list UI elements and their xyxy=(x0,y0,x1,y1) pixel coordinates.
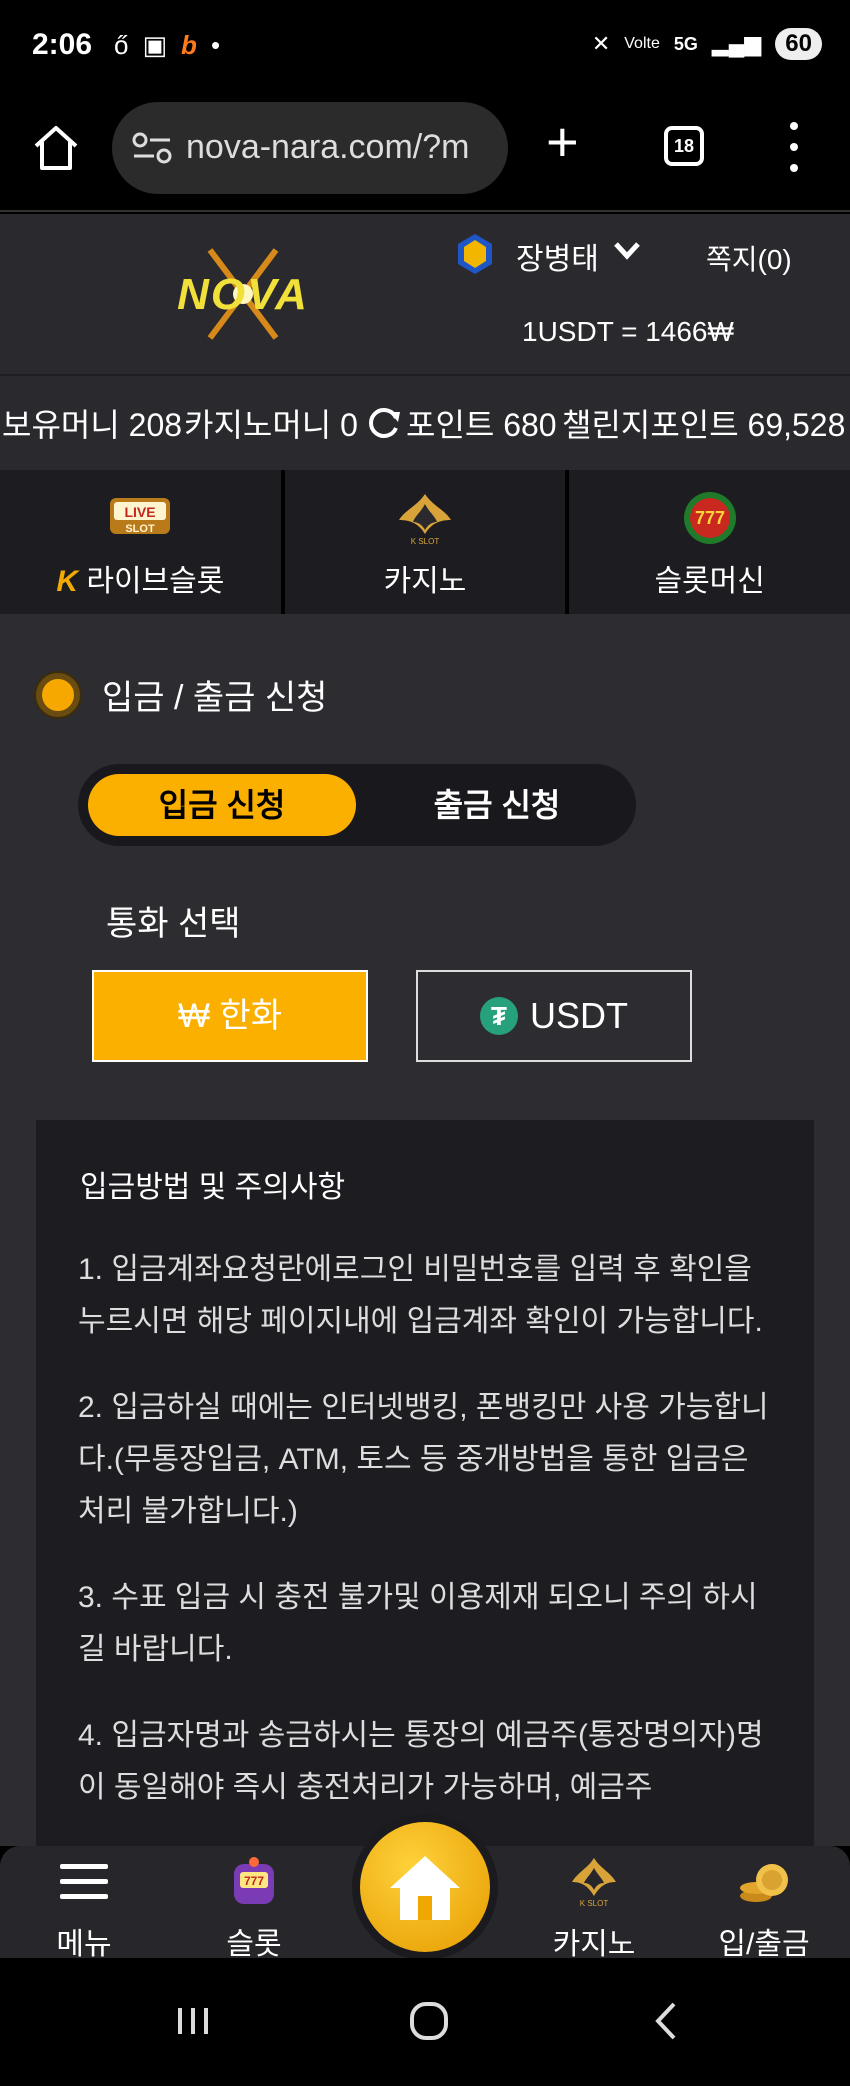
deposit-withdraw-tabs: 입금 신청 출금 신청 xyxy=(78,764,636,846)
status-bar: 2:06 ő ▣ b • ✕ Volte 5G ▂▄▆ 60 xyxy=(0,0,850,92)
main-content: 입금 / 출금 신청 입금 신청 출금 신청 통화 선택 ₩ 한화 ₮ USDT… xyxy=(0,614,850,1846)
network-5g-icon: 5G xyxy=(673,33,698,54)
screenshot-icon: ▣ xyxy=(142,30,168,60)
browser-toolbar: nova-nara.com/?m + 18 xyxy=(0,92,850,212)
live-slot-icon: LIVE SLOT xyxy=(110,498,171,535)
svg-text:777: 777 xyxy=(244,1874,264,1888)
username-dropdown[interactable]: 장병태 xyxy=(516,234,599,278)
slot-machine-icon: 777 xyxy=(234,1857,274,1904)
money-balance: 보유머니 208 xyxy=(2,407,183,443)
level-badge-icon xyxy=(458,234,492,274)
refresh-icon[interactable] xyxy=(366,404,402,440)
bottom-nav-menu-label: 메뉴 xyxy=(56,1928,112,1961)
browser-home-icon[interactable] xyxy=(30,122,82,174)
bottom-nav-casino[interactable]: K SLOT 카지노 xyxy=(534,1856,654,1963)
svg-text:LIVE: LIVE xyxy=(125,504,156,520)
browser-menu-icon[interactable] xyxy=(784,122,804,172)
notice-item: 4. 입금자명과 송금하시는 통장의 예금주(통장명의자)명이 동일해야 즉시 … xyxy=(78,1719,764,1804)
battery-icon: 60 xyxy=(775,28,822,60)
currency-select-label: 통화 선택 xyxy=(106,905,241,943)
section-header: 입금 / 출금 신청 xyxy=(36,670,327,719)
svg-text:777: 777 xyxy=(695,508,725,528)
url-bar[interactable]: nova-nara.com/?m xyxy=(112,102,508,194)
bullet-dot-icon xyxy=(36,672,80,717)
tab-deposit[interactable]: 입금 신청 xyxy=(88,774,356,836)
home-fab-button[interactable] xyxy=(352,1814,498,1960)
k-logo-icon: K xyxy=(56,565,78,598)
system-icons: ✕ Volte 5G ▂▄▆ 60 xyxy=(592,28,822,60)
signal-icon: ▂▄▆ xyxy=(711,31,762,56)
bottom-nav-bank[interactable]: 입/출금 xyxy=(704,1856,824,1963)
k-slot-casino-icon: K SLOT xyxy=(572,1858,616,1908)
notice-title: 입금방법 및 주의사항 xyxy=(80,1171,346,1204)
bottom-nav-slot-label: 슬롯 xyxy=(226,1928,282,1961)
nav-casino-label: 카지노 xyxy=(383,565,467,598)
k-slot-icon: K SLOT xyxy=(399,494,451,546)
system-nav-bar xyxy=(0,1958,850,2086)
svg-text:SLOT: SLOT xyxy=(126,523,156,535)
notice-panel: 입금방법 및 주의사항 1. 입금계좌요청란에로그인 비밀번호를 입력 후 확인… xyxy=(36,1120,814,1846)
nav-slot-machine-label: 슬롯머신 xyxy=(654,565,765,598)
points-balance: 포인트 680 xyxy=(406,407,557,443)
back-icon[interactable] xyxy=(642,1996,692,2046)
svg-text:K SLOT: K SLOT xyxy=(580,1899,609,1908)
balance-bar: 보유머니 208 카지노머니 0 포인트 680 챌린지포인트 69,528 xyxy=(0,374,850,470)
tab-switcher-button[interactable]: 18 xyxy=(664,126,704,166)
nav-casino[interactable]: K SLOT 카지노 xyxy=(284,470,570,614)
exchange-rate: 1USDT = 1466₩ xyxy=(522,316,734,347)
bottom-nav-menu[interactable]: 메뉴 xyxy=(24,1856,144,1963)
bottom-nav-bank-label: 입/출금 xyxy=(718,1928,810,1961)
777-slots-icon: 777 xyxy=(683,492,736,544)
challenge-points-balance: 챌린지포인트 69,528 xyxy=(562,407,846,443)
home-icon xyxy=(390,1856,460,1920)
currency-usdt-label: USDT xyxy=(530,995,628,1036)
more-notifications-icon: • xyxy=(210,30,221,60)
accessibility-icon: ő xyxy=(114,30,129,60)
tether-icon: ₮ xyxy=(480,997,518,1035)
nav-slot-machine[interactable]: 777 슬롯머신 xyxy=(569,470,850,614)
nav-live-slot-label: 라이브슬롯 xyxy=(86,565,225,598)
casino-money-balance: 카지노머니 0 xyxy=(184,407,358,443)
notice-body: 1. 입금계좌요청란에로그인 비밀번호를 입력 후 확인을 누르시면 해당 페이… xyxy=(78,1244,778,1846)
site-logo[interactable]: NOVA xyxy=(150,244,336,344)
url-text: nova-nara.com/?m xyxy=(186,128,470,166)
currency-krw-button[interactable]: ₩ 한화 xyxy=(92,970,368,1062)
game-category-nav: LIVE SLOT K 라이브슬롯 K SLOT 카지노 777 슬롯머신 xyxy=(0,470,850,614)
bottom-nav-casino-label: 카지노 xyxy=(552,1928,636,1961)
volte-icon: Volte xyxy=(624,35,660,52)
currency-usdt-button[interactable]: ₮ USDT xyxy=(416,970,692,1062)
site-settings-icon[interactable] xyxy=(132,130,172,166)
notice-item: 2. 입금하실 때에는 인터넷뱅킹, 폰뱅킹만 사용 가능합니다.(무통장입금,… xyxy=(78,1391,769,1528)
section-title: 입금 / 출금 신청 xyxy=(102,679,328,717)
mute-icon: ✕ xyxy=(591,31,611,56)
recent-apps-icon[interactable] xyxy=(168,1996,218,2046)
coins-icon xyxy=(740,1864,788,1902)
notification-icons: ő ▣ b • xyxy=(114,30,220,61)
nav-live-slot[interactable]: LIVE SLOT K 라이브슬롯 xyxy=(0,470,285,614)
hamburger-menu-icon xyxy=(60,1864,108,1899)
app-b-icon: b xyxy=(181,30,197,60)
new-tab-icon[interactable]: + xyxy=(546,114,579,170)
svg-text:K SLOT: K SLOT xyxy=(411,537,440,546)
bottom-nav-slot[interactable]: 777 슬롯 xyxy=(194,1856,314,1963)
clock: 2:06 xyxy=(32,28,93,61)
tab-withdraw[interactable]: 출금 신청 xyxy=(368,774,626,836)
notice-item: 3. 수표 입금 시 충전 불가및 이용제재 되오니 주의 하시길 바랍니다. xyxy=(78,1581,758,1666)
chevron-down-icon[interactable] xyxy=(612,240,642,262)
system-home-icon[interactable] xyxy=(404,1996,454,2046)
messages-link[interactable]: 쪽지(0) xyxy=(706,238,792,278)
notice-item: 1. 입금계좌요청란에로그인 비밀번호를 입력 후 확인을 누르시면 해당 페이… xyxy=(78,1253,763,1338)
site-header: NOVA 장병태 쪽지(0) 1USDT = 1466₩ xyxy=(0,214,850,374)
